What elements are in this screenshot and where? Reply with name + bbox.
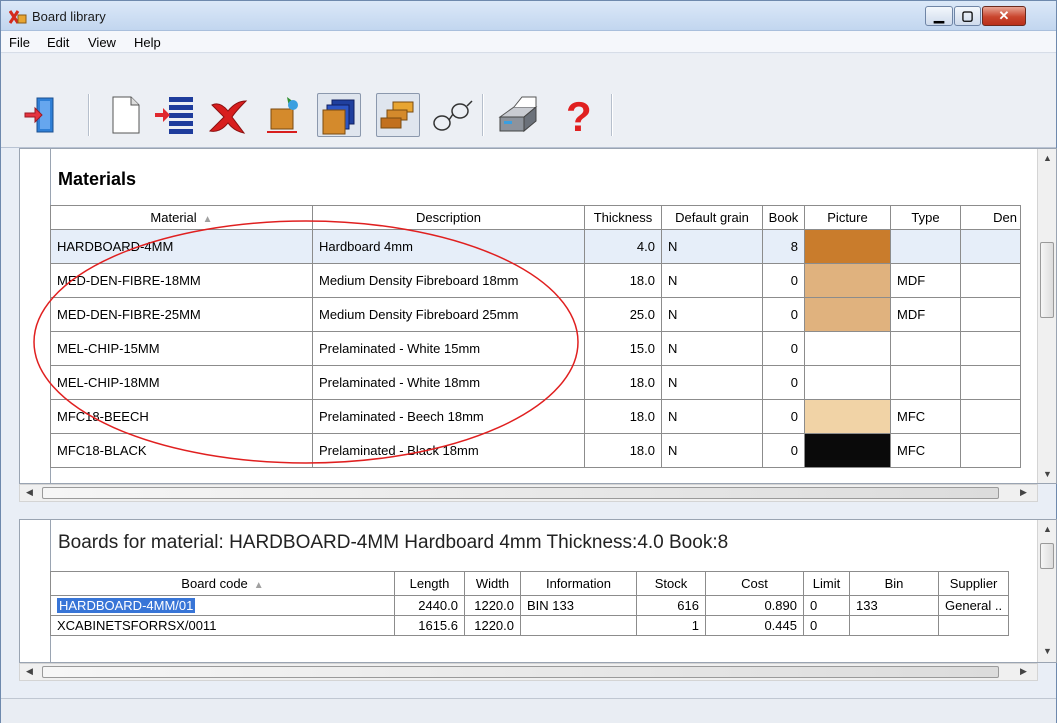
column-header-supplier[interactable]: Supplier (937, 571, 1010, 596)
information-cell[interactable] (520, 615, 637, 636)
boards-vertical-scrollbar[interactable]: ▲ ▼ (1037, 520, 1056, 662)
scroll-thumb[interactable] (1040, 543, 1054, 569)
limit-cell[interactable]: 0 (803, 595, 850, 616)
supplier-cell[interactable] (937, 615, 1010, 636)
board-code-cell[interactable]: XCABINETSFORRSX/0011 (50, 615, 395, 636)
scroll-thumb[interactable] (42, 666, 999, 678)
sort-ascending-icon: ▲ (253, 580, 264, 591)
column-header-board-code[interactable]: Board code ▲ (50, 571, 395, 596)
boards-horizontal-scrollbar[interactable]: ◀ ▶ (19, 663, 1038, 681)
cost-cell[interactable]: 0.445 (705, 615, 804, 636)
length-cell[interactable]: 1615.6 (394, 615, 465, 636)
width-cell[interactable]: 1220.0 (464, 615, 521, 636)
column-header-limit[interactable]: Limit (803, 571, 850, 596)
stock-cell[interactable]: 1 (636, 615, 706, 636)
length-cell[interactable]: 2440.0 (394, 595, 465, 616)
board-code-text: XCABINETSFORRSX/0011 (57, 618, 217, 633)
scroll-up-icon[interactable]: ▲ (1043, 524, 1052, 534)
annotation-ellipse-shape (33, 220, 579, 464)
column-header-length[interactable]: Length (394, 571, 465, 596)
boards-table: Board code ▲ Length Width Information Sto… (50, 571, 1010, 636)
boards-header-row: Board code ▲ Length Width Information Sto… (50, 571, 1010, 596)
bin-cell[interactable]: 133 (849, 595, 939, 616)
scroll-down-icon[interactable]: ▼ (1043, 646, 1052, 656)
board-code-cell[interactable]: HARDBOARD-4MM/01 (50, 595, 395, 616)
bin-cell[interactable] (849, 615, 939, 636)
information-cell[interactable]: BIN 133 (520, 595, 637, 616)
board-row[interactable]: XCABINETSFORRSX/0011 1615.6 1220.0 1 0.445 0 (50, 615, 1010, 636)
boards-heading: Boards for material: HARDBOARD-4MM Hardb… (58, 532, 729, 553)
column-header-stock[interactable]: Stock (636, 571, 706, 596)
board-library-window: Board library ▁ ▢ ✕ File Edit View Help (0, 0, 1057, 723)
column-header-width[interactable]: Width (464, 571, 521, 596)
stock-cell[interactable]: 616 (636, 595, 706, 616)
width-cell[interactable]: 1220.0 (464, 595, 521, 616)
boards-panel: Boards for material: HARDBOARD-4MM Hardb… (19, 519, 1057, 663)
limit-cell[interactable]: 0 (803, 615, 850, 636)
column-header-information[interactable]: Information (520, 571, 637, 596)
column-header-bin[interactable]: Bin (849, 571, 939, 596)
status-bar (1, 698, 1056, 723)
row-gutter (20, 520, 51, 662)
column-header-cost[interactable]: Cost (705, 571, 804, 596)
board-code-text: HARDBOARD-4MM/01 (57, 598, 196, 613)
cost-cell[interactable]: 0.890 (705, 595, 804, 616)
board-row[interactable]: HARDBOARD-4MM/01 2440.0 1220.0 BIN 133 616 0.… (50, 595, 1010, 616)
supplier-cell[interactable]: General .. (937, 595, 1010, 616)
scroll-right-icon[interactable]: ▶ (1020, 666, 1027, 677)
scroll-left-icon[interactable]: ◀ (26, 666, 33, 677)
